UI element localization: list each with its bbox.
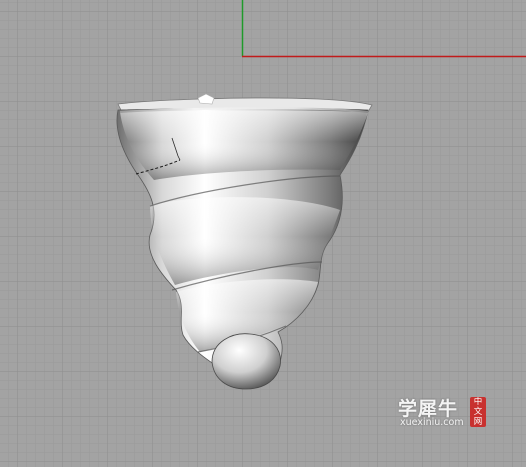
whorl-1 — [120, 110, 368, 180]
watermark-badge-char-3: 网 — [473, 417, 483, 427]
watermark-badge: 中 文 网 — [470, 397, 486, 427]
watermark-badge-char-1: 中 — [473, 397, 483, 407]
shell-tip — [211, 333, 281, 390]
watermark-url: xuexiniu.com — [400, 417, 464, 428]
watermark-badge-char-2: 文 — [473, 407, 483, 417]
watermark: 学犀牛 xuexiniu.com 中 文 网 — [392, 392, 492, 432]
